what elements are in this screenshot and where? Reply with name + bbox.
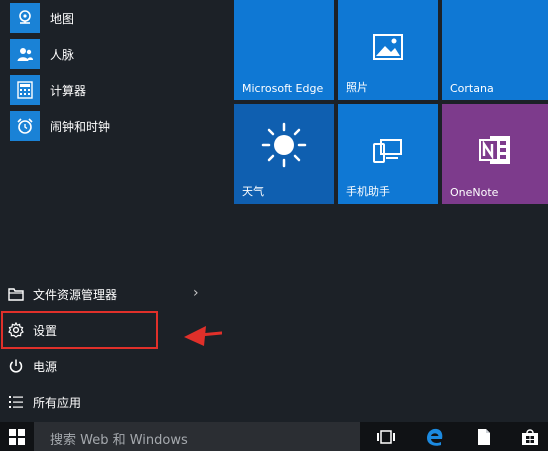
app-label: 闹钟和时钟 bbox=[50, 119, 111, 134]
all-apps-item[interactable]: 所有应用 bbox=[0, 385, 222, 419]
tile-phone-companion[interactable]: 手机助手 bbox=[338, 104, 438, 204]
all-apps-label: 所有应用 bbox=[33, 396, 82, 410]
app-item-people[interactable]: 人脉 bbox=[0, 36, 222, 72]
app-label: 计算器 bbox=[50, 83, 87, 98]
tile-label: 天气 bbox=[242, 185, 264, 198]
tile-label: 照片 bbox=[346, 81, 368, 94]
power-item[interactable]: 电源 bbox=[0, 349, 222, 383]
tile-label: Microsoft Edge bbox=[242, 82, 324, 95]
folder-icon bbox=[8, 286, 24, 302]
map-icon bbox=[10, 3, 40, 33]
tile-label: OneNote bbox=[450, 186, 499, 199]
onenote-icon bbox=[442, 134, 548, 166]
windows-logo-icon[interactable] bbox=[0, 422, 34, 451]
taskbar-search-box[interactable]: 搜索 Web 和 Windows bbox=[34, 422, 360, 451]
app-item-alarms-clock[interactable]: 闹钟和时钟 bbox=[0, 108, 222, 144]
tile-label: Cortana bbox=[450, 82, 494, 95]
tile-photos[interactable]: 照片 bbox=[338, 0, 438, 100]
sun-icon bbox=[234, 122, 334, 168]
chevron-right-icon[interactable]: › bbox=[193, 285, 199, 301]
taskbar: 搜索 Web 和 Windows bbox=[0, 422, 548, 451]
list-icon bbox=[8, 394, 24, 410]
file-explorer-label: 文件资源管理器 bbox=[33, 288, 118, 302]
file-icon[interactable] bbox=[466, 422, 502, 451]
tile-onenote[interactable]: OneNote bbox=[442, 104, 548, 204]
phone-companion-icon bbox=[338, 138, 438, 164]
calculator-icon bbox=[10, 75, 40, 105]
file-explorer-item[interactable]: 文件资源管理器 › bbox=[0, 277, 222, 311]
power-label: 电源 bbox=[33, 360, 58, 374]
people-icon bbox=[10, 39, 40, 69]
tile-cortana[interactable]: Cortana bbox=[442, 0, 548, 100]
app-item-maps[interactable]: 地图 bbox=[0, 0, 222, 36]
task-view-icon[interactable] bbox=[368, 422, 404, 451]
tile-weather[interactable]: 天气 bbox=[234, 104, 334, 204]
app-label: 人脉 bbox=[50, 47, 75, 62]
start-menu-left-pane: 地图 人脉 计算器 闹钟和时钟 文件资源管理器 › 设置 电源 所有应用 bbox=[0, 0, 222, 422]
app-label: 地图 bbox=[50, 11, 75, 26]
settings-highlight-box bbox=[1, 311, 158, 349]
photos-icon bbox=[338, 34, 438, 60]
power-icon bbox=[8, 358, 24, 374]
store-icon[interactable] bbox=[512, 422, 548, 451]
tile-label: 手机助手 bbox=[346, 185, 390, 198]
search-placeholder: 搜索 Web 和 Windows bbox=[50, 433, 188, 448]
app-item-calculator[interactable]: 计算器 bbox=[0, 72, 222, 108]
tile-microsoft-edge[interactable]: Microsoft Edge bbox=[234, 0, 334, 100]
edge-icon[interactable] bbox=[417, 422, 453, 451]
alarm-clock-icon bbox=[10, 111, 40, 141]
